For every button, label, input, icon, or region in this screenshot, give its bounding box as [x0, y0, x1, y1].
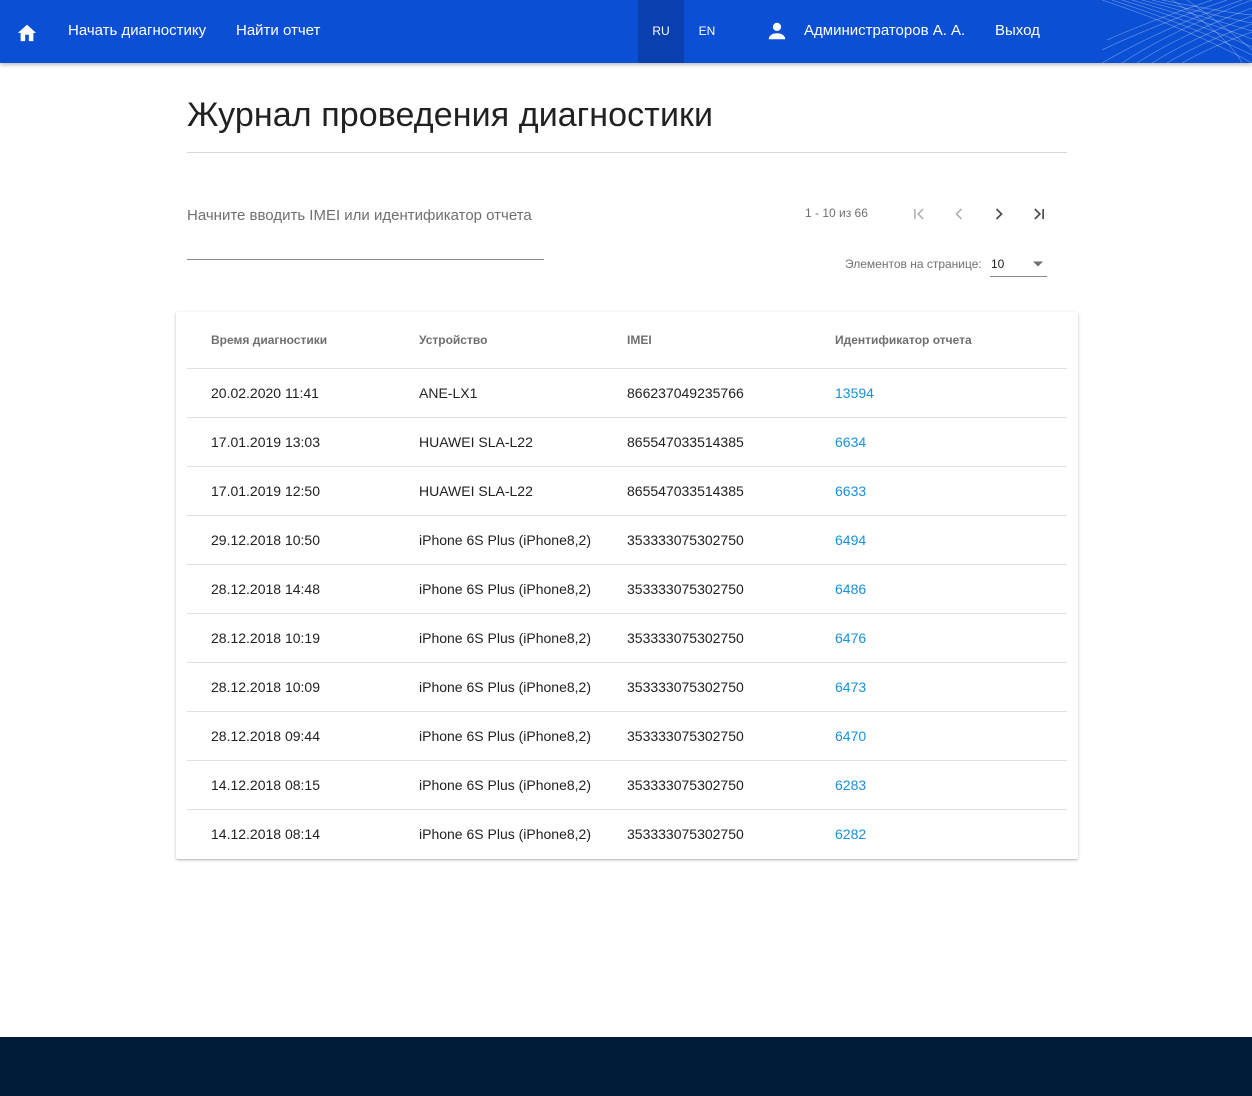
cell-report-id: 6473: [811, 662, 1067, 712]
report-link[interactable]: 6494: [835, 532, 866, 548]
diagnostics-table-card: Время диагностики Устройство IMEI Иденти…: [176, 312, 1078, 859]
column-header-time[interactable]: Время диагностики: [187, 312, 395, 369]
cell-device: HUAWEI SLA-L22: [395, 466, 603, 516]
cell-report-id: 6634: [811, 417, 1067, 467]
table-row: 20.02.2020 11:41 ANE-LX1 866237049235766…: [187, 368, 1067, 418]
table-row: 28.12.2018 10:09 iPhone 6S Plus (iPhone8…: [187, 662, 1067, 712]
report-link[interactable]: 13594: [835, 385, 874, 401]
items-per-page-label: Элементов на странице:: [845, 257, 982, 271]
last-page-button[interactable]: [1024, 199, 1054, 229]
previous-page-icon: [955, 208, 963, 220]
first-page-button[interactable]: [904, 199, 934, 229]
cell-time: 14.12.2018 08:14: [211, 825, 320, 842]
cell-time: 20.02.2020 11:41: [187, 368, 395, 418]
table-header-row: Время диагностики Устройство IMEI Иденти…: [187, 312, 1067, 369]
search-field: [187, 200, 544, 260]
cell-imei: 353333075302750: [603, 662, 811, 712]
table-row: 28.12.2018 14:48 iPhone 6S Plus (iPhone8…: [187, 564, 1067, 614]
cell-time: 28.12.2018 10:09: [187, 662, 395, 712]
cell-device: iPhone 6S Plus (iPhone8,2): [395, 613, 603, 663]
cell-report-id: 6476: [811, 613, 1067, 663]
table-row: 28.12.2018 09:44 iPhone 6S Plus (iPhone8…: [187, 711, 1067, 761]
report-link[interactable]: 6633: [835, 483, 866, 499]
cell-report-id: 6633: [811, 466, 1067, 516]
cell-device: iPhone 6S Plus (iPhone8,2): [395, 564, 603, 614]
table-row: 14.12.2018 08:14 iPhone 6S Plus (iPhone8…: [187, 809, 1067, 858]
cell-time: 14.12.2018 08:15: [187, 760, 395, 810]
cell-device: iPhone 6S Plus (iPhone8,2): [395, 662, 603, 712]
cell-report-id: 6494: [811, 515, 1067, 565]
nav-start-diagnostics[interactable]: Начать диагностику: [68, 0, 206, 63]
previous-page-button[interactable]: [944, 199, 974, 229]
search-underline: [187, 259, 544, 260]
column-header-device[interactable]: Устройство: [395, 312, 603, 369]
cell-report-id: 6282: [811, 809, 1067, 858]
first-page-icon: [914, 208, 924, 220]
last-page-icon: [1034, 208, 1044, 220]
cell-device: iPhone 6S Plus (iPhone8,2): [395, 711, 603, 761]
logout-button[interactable]: Выход: [995, 0, 1040, 63]
language-ru-button[interactable]: RU: [638, 0, 684, 63]
report-link[interactable]: 6282: [835, 826, 866, 842]
report-link[interactable]: 6473: [835, 679, 866, 695]
cell-time: 29.12.2018 10:50: [187, 515, 395, 565]
cell-device: iPhone 6S Plus (iPhone8,2): [395, 760, 603, 810]
home-button[interactable]: [12, 17, 42, 47]
decorative-pattern: [1102, 0, 1252, 63]
person-icon: [768, 22, 786, 40]
cell-device: iPhone 6S Plus (iPhone8,2): [395, 515, 603, 565]
paginator-range-label: 1 - 10 из 66: [805, 206, 868, 220]
report-link[interactable]: 6634: [835, 434, 866, 450]
items-per-page-select[interactable]: 10: [990, 252, 1047, 277]
search-input[interactable]: [187, 200, 544, 230]
cell-device: ANE-LX1: [395, 368, 603, 418]
next-page-icon: [995, 208, 1003, 220]
title-divider: [187, 152, 1067, 153]
cell-imei: 865547033514385: [603, 466, 811, 516]
report-link[interactable]: 6470: [835, 728, 866, 744]
table-row: 17.01.2019 13:03 HUAWEI SLA-L22 86554703…: [187, 417, 1067, 467]
language-en-button[interactable]: EN: [684, 0, 730, 63]
table-row: 14.12.2018 08:15 iPhone 6S Plus (iPhone8…: [187, 760, 1067, 810]
cell-imei: 353333075302750: [603, 711, 811, 761]
cell-device: iPhone 6S Plus (iPhone8,2): [419, 825, 591, 842]
cell-time: 17.01.2019 13:03: [187, 417, 395, 467]
cell-imei: 353333075302750: [603, 613, 811, 663]
cell-report-id: 6470: [811, 711, 1067, 761]
cell-imei: 866237049235766: [603, 368, 811, 418]
cell-report-id: 13594: [811, 368, 1067, 418]
cell-time: 17.01.2019 12:50: [187, 466, 395, 516]
cell-time: 28.12.2018 10:19: [187, 613, 395, 663]
page-footer: [0, 1037, 1252, 1096]
diagnostics-table: Время диагностики Устройство IMEI Иденти…: [187, 312, 1067, 858]
table-row: 29.12.2018 10:50 iPhone 6S Plus (iPhone8…: [187, 515, 1067, 565]
cell-imei: 353333075302750: [627, 825, 744, 842]
cell-device: HUAWEI SLA-L22: [395, 417, 603, 467]
cell-imei: 353333075302750: [603, 564, 811, 614]
cell-time: 28.12.2018 09:44: [187, 711, 395, 761]
table-row: 28.12.2018 10:19 iPhone 6S Plus (iPhone8…: [187, 613, 1067, 663]
home-icon: [17, 24, 37, 42]
column-header-imei[interactable]: IMEI: [603, 312, 811, 369]
report-link[interactable]: 6486: [835, 581, 866, 597]
cell-time: 28.12.2018 14:48: [187, 564, 395, 614]
items-per-page-value: 10: [991, 257, 1005, 271]
table-row: 17.01.2019 12:50 HUAWEI SLA-L22 86554703…: [187, 466, 1067, 516]
user-name[interactable]: Администраторов А. А.: [804, 0, 965, 63]
report-link[interactable]: 6476: [835, 630, 866, 646]
page-title: Журнал проведения диагностики: [187, 96, 714, 134]
dropdown-arrow-icon: [1033, 261, 1043, 267]
cell-imei: 353333075302750: [603, 515, 811, 565]
cell-report-id: 6486: [811, 564, 1067, 614]
report-link[interactable]: 6283: [835, 777, 866, 793]
column-header-report-id[interactable]: Идентификатор отчета: [811, 312, 1067, 369]
top-app-bar: Начать диагностику Найти отчет RU EN Адм…: [0, 0, 1252, 63]
next-page-button[interactable]: [984, 199, 1014, 229]
cell-imei: 353333075302750: [603, 760, 811, 810]
cell-report-id: 6283: [811, 760, 1067, 810]
cell-imei: 865547033514385: [603, 417, 811, 467]
nav-find-report[interactable]: Найти отчет: [236, 0, 320, 63]
